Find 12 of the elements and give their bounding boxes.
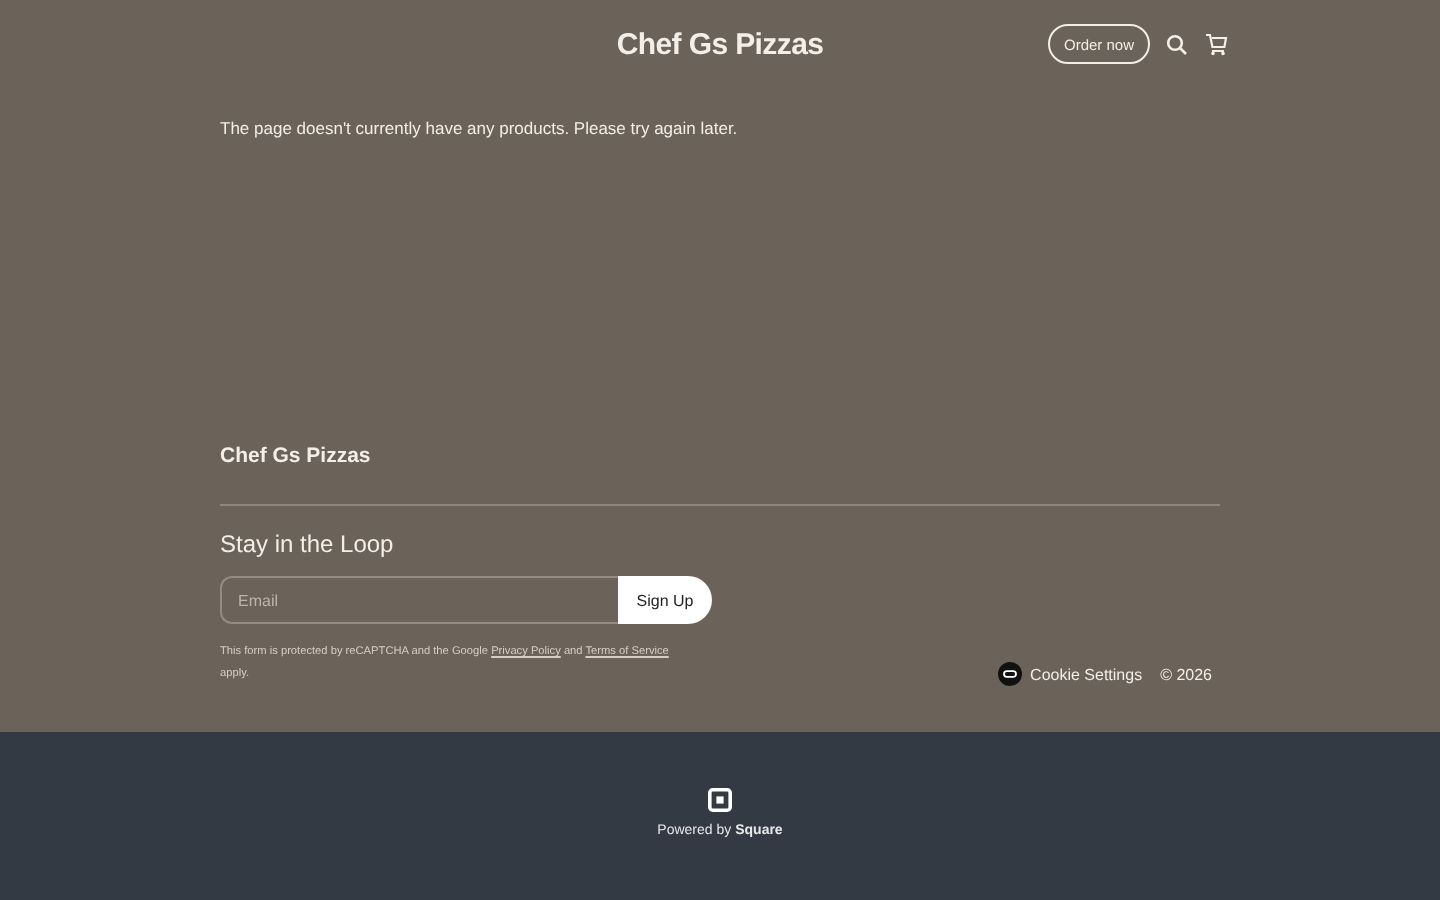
cart-icon[interactable] bbox=[1204, 32, 1228, 56]
cookie-icon bbox=[998, 662, 1023, 686]
site-title[interactable]: Chef Gs Pizzas bbox=[616, 27, 824, 61]
newsletter-heading: Stay in the Loop bbox=[220, 530, 396, 558]
search-icon[interactable] bbox=[1166, 33, 1188, 55]
square-logo-icon bbox=[708, 788, 732, 812]
empty-products-message: The page doesn't currently have any products. Please try again later. bbox=[220, 118, 740, 138]
footer-brand: Chef Gs Pizzas bbox=[220, 444, 373, 468]
sign-up-button[interactable]: Sign Up bbox=[618, 576, 712, 624]
copyright: © 2026 bbox=[1160, 665, 1212, 683]
cookie-settings-button[interactable]: Cookie Settings bbox=[998, 662, 1143, 686]
email-field[interactable]: Email bbox=[220, 576, 618, 624]
